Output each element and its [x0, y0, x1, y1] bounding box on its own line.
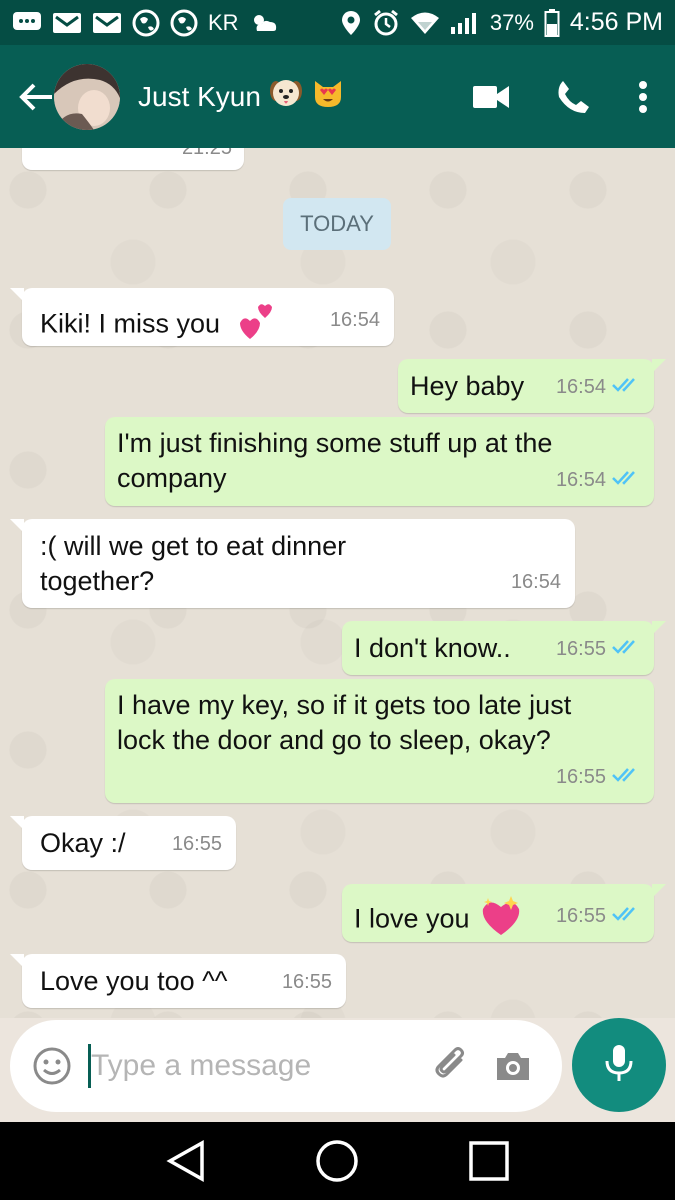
signal-icon [450, 11, 480, 35]
message-time: 16:55 [555, 638, 606, 660]
message-bubble-incoming[interactable]: Kiki! I miss you 16:54 [10, 288, 394, 346]
globe-icon [132, 9, 160, 37]
camera-icon[interactable] [491, 1044, 535, 1088]
message-text: Okay :/ [40, 828, 126, 858]
message-time: 16:55 [555, 905, 606, 927]
paperclip-icon[interactable] [429, 1044, 473, 1088]
message-time: 16:54 [555, 376, 606, 398]
message-text: I'm just finishing some stuff up at the … [117, 428, 553, 493]
carrier-label: KR [208, 9, 239, 35]
contact-name-label: Just Kyun [138, 80, 261, 112]
smiley-emoji [42, 148, 82, 157]
gmail-icon [92, 11, 122, 35]
message-bubble-outgoing[interactable]: I love you 16:55 [342, 884, 666, 942]
message-text: Hey baby [410, 371, 525, 401]
read-receipt-icon [612, 760, 640, 795]
video-call-icon[interactable] [461, 67, 521, 127]
read-receipt-icon [612, 899, 640, 934]
heart-eyes-cat-emoji [311, 77, 345, 116]
message-bubble-outgoing[interactable]: I have my key, so if it gets too late ju… [105, 679, 654, 803]
chat-header: Just Kyun [0, 45, 675, 148]
message-bubble-partial[interactable]: 21:25 [22, 148, 244, 170]
message-text: I don't know.. [354, 633, 511, 663]
battery-percent: 37% [489, 9, 534, 35]
message-text: I love you [354, 903, 470, 934]
read-receipt-icon [612, 632, 640, 667]
microphone-button[interactable] [572, 1018, 666, 1112]
wifi-icon [410, 11, 440, 35]
weather-icon [249, 11, 281, 35]
message-time: 16:55 [555, 766, 606, 788]
more-vertical-icon[interactable] [623, 67, 663, 127]
recents-nav-icon[interactable] [459, 1131, 519, 1191]
message-text: Love you too ^^ [40, 966, 228, 996]
message-bubble-incoming[interactable]: Love you too ^^ 16:55 [10, 954, 346, 1008]
gmail-icon [52, 11, 82, 35]
message-bubble-outgoing[interactable]: I'm just finishing some stuff up at the … [105, 417, 654, 506]
date-divider: TODAY [283, 198, 391, 250]
contact-name[interactable]: Just Kyun [138, 77, 345, 116]
message-bubble-incoming[interactable]: :( will we get to eat dinner together? 1… [10, 519, 575, 608]
clock: 4:56 PM [569, 8, 663, 36]
emoji-icon[interactable] [30, 1044, 74, 1088]
message-bubble-incoming[interactable]: Okay :/ 16:55 [10, 816, 236, 870]
battery-icon [544, 8, 560, 37]
message-time: 16:55 [281, 971, 332, 993]
location-icon [340, 9, 362, 37]
microphone-icon [604, 1043, 634, 1088]
message-text: Kiki! I miss you [40, 308, 221, 339]
composer [10, 1020, 562, 1112]
alarm-icon [372, 9, 400, 37]
dog-face-emoji [269, 77, 303, 116]
system-navigation-bar [0, 1122, 675, 1200]
status-bar: KR 37% 4:56 PM [0, 0, 675, 45]
message-text: I have my key, so if it gets too late ju… [117, 690, 572, 755]
phone-icon[interactable] [543, 67, 603, 127]
sparkling-heart-emoji [479, 895, 523, 946]
message-icon [12, 11, 42, 35]
message-time: 21:25 [181, 148, 232, 159]
message-time: 16:54 [329, 309, 380, 331]
message-bubble-outgoing[interactable]: I don't know.. 16:55 [342, 621, 666, 675]
message-time: 16:54 [510, 571, 561, 593]
two-hearts-emoji [232, 301, 276, 350]
read-receipt-icon [612, 463, 640, 498]
message-input[interactable] [91, 1049, 421, 1083]
message-list[interactable]: 21:25 TODAY Kiki! I miss you 16:54 Hey b… [0, 148, 675, 1018]
message-text: :( will we get to eat dinner together? [40, 531, 347, 596]
globe-icon [170, 9, 198, 37]
back-arrow-icon[interactable] [12, 73, 60, 121]
home-nav-icon[interactable] [307, 1131, 367, 1191]
back-nav-icon[interactable] [156, 1131, 216, 1191]
message-time: 16:54 [555, 469, 606, 491]
read-receipt-icon [612, 370, 640, 405]
avatar[interactable] [54, 63, 120, 130]
message-time: 16:55 [171, 833, 222, 855]
message-bubble-outgoing[interactable]: Hey baby 16:54 [398, 359, 666, 413]
